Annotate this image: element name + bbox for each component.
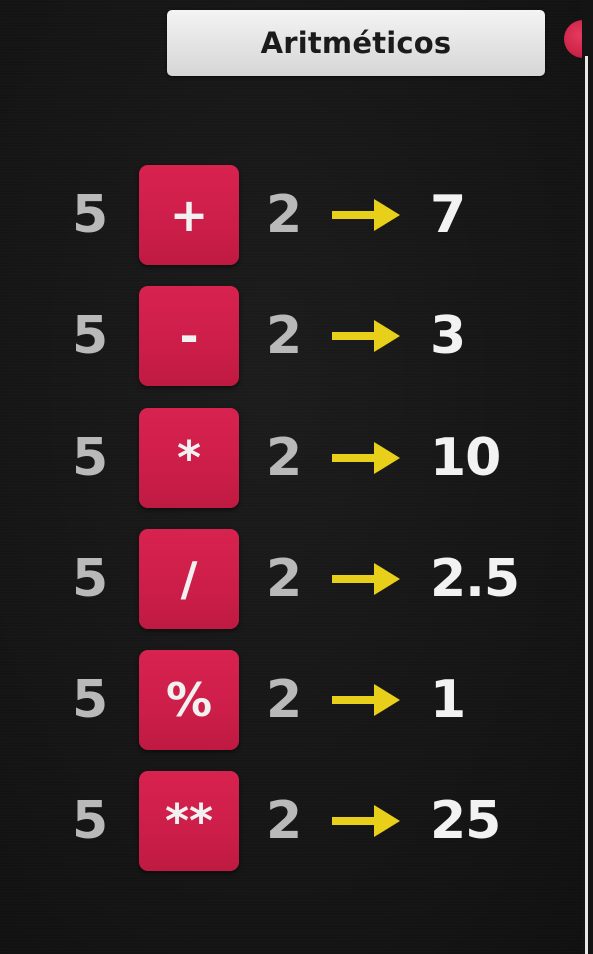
arrow-right-icon xyxy=(332,442,400,474)
operator-box: / xyxy=(139,529,239,629)
operation-row-subtraction: 5 - 2 3 xyxy=(0,286,560,386)
operation-row-modulo: 5 % 2 1 xyxy=(0,650,560,750)
result-value: 10 xyxy=(430,428,501,488)
operand-right: 2 xyxy=(266,428,303,488)
operand-right: 2 xyxy=(266,549,303,609)
operator-box: ** xyxy=(139,771,239,871)
operand-right: 2 xyxy=(266,670,303,730)
result-value: 3 xyxy=(430,306,466,366)
operand-left: 5 xyxy=(72,791,109,851)
result-value: 2.5 xyxy=(430,549,520,609)
operand-left: 5 xyxy=(72,549,109,609)
result-value: 1 xyxy=(430,670,466,730)
operator-box: + xyxy=(139,165,239,265)
operand-left: 5 xyxy=(72,185,109,245)
operand-right: 2 xyxy=(266,791,303,851)
title-banner: Aritméticos xyxy=(167,10,545,76)
operator-symbol: + xyxy=(169,188,209,242)
operand-left: 5 xyxy=(72,428,109,488)
slide-canvas: Aritméticos 5 + 2 7 5 - 2 3 5 * 2 10 5 /… xyxy=(0,0,593,954)
arrow-right-icon xyxy=(332,684,400,716)
operator-box: % xyxy=(139,650,239,750)
result-value: 25 xyxy=(430,791,501,851)
operand-right: 2 xyxy=(266,306,303,366)
operator-symbol: * xyxy=(176,431,202,485)
page-title: Aritméticos xyxy=(260,26,452,60)
operation-row-addition: 5 + 2 7 xyxy=(0,165,560,265)
operator-box: - xyxy=(139,286,239,386)
operand-right: 2 xyxy=(266,185,303,245)
result-value: 7 xyxy=(430,185,466,245)
arrow-right-icon xyxy=(332,320,400,352)
operator-symbol: - xyxy=(179,309,199,363)
operator-symbol: ** xyxy=(164,794,214,848)
operand-left: 5 xyxy=(72,670,109,730)
operand-left: 5 xyxy=(72,306,109,366)
right-edge-divider xyxy=(582,0,593,954)
operator-symbol: / xyxy=(180,552,198,606)
operator-symbol: % xyxy=(165,673,213,727)
operation-row-exponent: 5 ** 2 25 xyxy=(0,771,560,871)
arrow-right-icon xyxy=(332,199,400,231)
arrow-right-icon xyxy=(332,563,400,595)
operation-row-multiplication: 5 * 2 10 xyxy=(0,408,560,508)
operator-box: * xyxy=(139,408,239,508)
operation-row-division: 5 / 2 2.5 xyxy=(0,529,560,629)
arrow-right-icon xyxy=(332,805,400,837)
